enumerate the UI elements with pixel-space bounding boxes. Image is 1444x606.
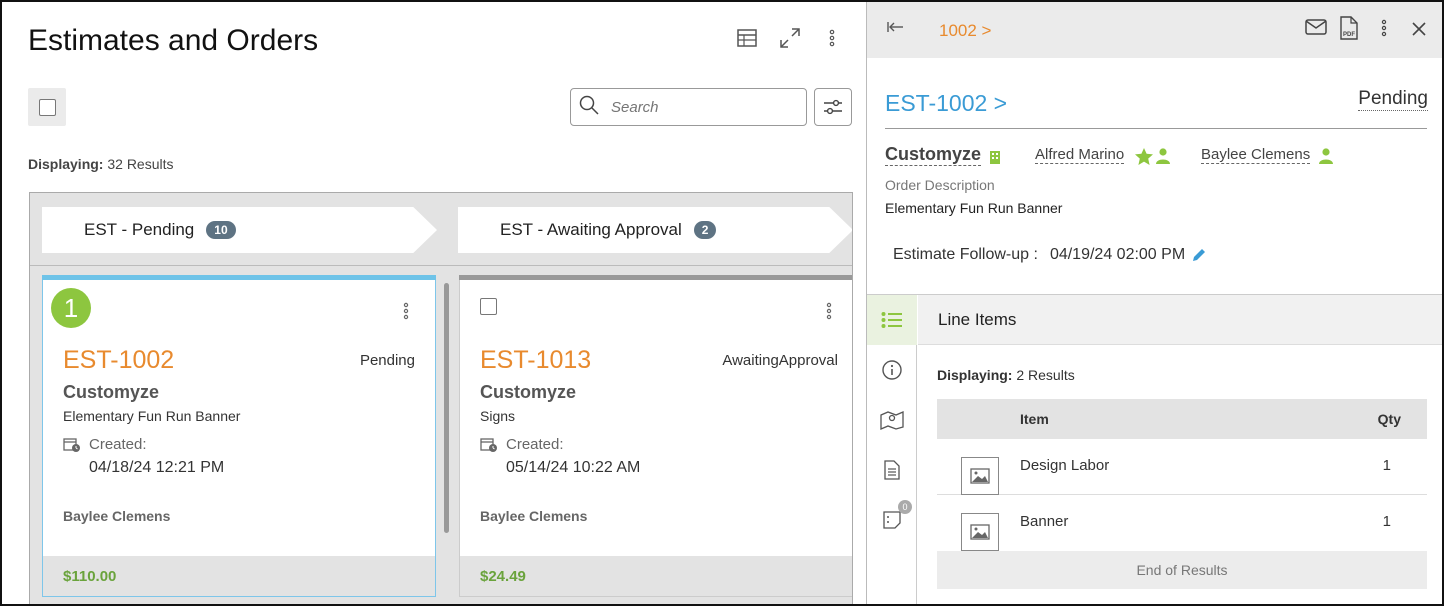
more-options-icon[interactable]	[820, 26, 844, 50]
estimate-card[interactable]: 1 EST-1002 Pending Customyze Elementary …	[42, 275, 436, 597]
page-title: Estimates and Orders	[28, 24, 319, 57]
person-icon	[1156, 148, 1170, 169]
board-scrollbar[interactable]	[444, 283, 449, 533]
tab-map[interactable]	[867, 395, 917, 445]
card-menu-icon[interactable]	[826, 302, 832, 325]
collapse-panel-icon[interactable]	[887, 20, 905, 39]
contact-link[interactable]: Alfred Marino	[1035, 146, 1125, 164]
detail-side-rail: 0	[867, 295, 917, 604]
line-items-heading: Line Items	[918, 295, 1442, 345]
building-icon	[989, 150, 1001, 169]
created-datetime: 04/18/24 12:21 PM	[89, 459, 225, 476]
estimate-id-link[interactable]: EST-1013	[480, 346, 591, 375]
line-item-name: Banner	[1020, 513, 1069, 530]
line-item-qty: 1	[1382, 513, 1391, 530]
calendar-clock-icon	[63, 437, 80, 452]
filter-button[interactable]	[814, 88, 852, 126]
customer-name: Customyze	[63, 382, 160, 402]
image-placeholder-icon	[961, 457, 999, 495]
estimate-detail-panel: 1002 > PDF EST-1002 > Pending Customyze …	[866, 2, 1442, 604]
customer-link[interactable]: Customyze	[885, 144, 982, 166]
tab-notes[interactable]: 0	[867, 495, 917, 545]
breadcrumb[interactable]: 1002 >	[939, 21, 991, 41]
line-item-name: Design Labor	[1020, 457, 1110, 474]
edit-pencil-icon[interactable]	[1191, 247, 1207, 263]
board-divider	[30, 265, 852, 266]
select-all-checkbox[interactable]	[28, 88, 66, 126]
owner-name: Baylee Clemens	[63, 508, 171, 524]
results-count: Displaying: 32 Results	[28, 156, 174, 172]
customer-name: Customyze	[480, 382, 577, 402]
order-description-label: Order Description	[885, 177, 995, 193]
person-icon	[1319, 148, 1333, 169]
estimate-followup: Estimate Follow-up : 04/19/24 02:00 PM	[893, 246, 1207, 264]
estimate-status: Pending	[359, 352, 415, 369]
expand-icon[interactable]	[778, 26, 802, 50]
estimates-board-pane: Estimates and Orders Displaying: 32 Resu…	[2, 2, 866, 604]
order-description: Elementary Fun Run Banner	[885, 200, 1063, 216]
tab-line-items[interactable]	[867, 295, 917, 345]
notes-count-badge: 0	[898, 500, 912, 514]
document-icon	[884, 460, 900, 480]
line-item-qty: 1	[1382, 457, 1391, 474]
line-items-table: Item Qty Design Labor 1 Banner 1 End of …	[937, 399, 1427, 589]
notes-icon	[883, 511, 901, 529]
sliders-icon	[824, 99, 842, 115]
status-dropdown[interactable]: Pending	[1358, 88, 1428, 111]
card-menu-icon[interactable]	[403, 302, 409, 325]
stage-count-badge: 2	[693, 221, 717, 239]
estimate-id-link[interactable]: EST-1002	[63, 346, 174, 375]
email-icon[interactable]	[1305, 19, 1327, 40]
created-label: Created:	[480, 436, 564, 453]
table-header: Item Qty	[937, 399, 1427, 439]
image-placeholder-icon	[961, 513, 999, 551]
pdf-icon[interactable]: PDF	[1339, 16, 1359, 45]
list-icon	[881, 312, 902, 328]
estimate-card[interactable]: EST-1013 AwaitingApproval Customyze Sign…	[459, 275, 852, 597]
card-total: $24.49	[460, 556, 852, 596]
info-icon	[882, 360, 902, 380]
salesperson-link[interactable]: Baylee Clemens	[1201, 146, 1311, 164]
calendar-clock-icon	[480, 437, 497, 452]
table-view-icon[interactable]	[735, 26, 759, 50]
divider	[885, 128, 1427, 129]
line-items-count: Displaying: 2 Results	[937, 367, 1075, 383]
tab-documents[interactable]	[867, 445, 917, 495]
estimate-description: Elementary Fun Run Banner	[63, 408, 241, 424]
card-select-checkbox[interactable]	[480, 298, 497, 315]
search-box[interactable]	[570, 88, 807, 126]
kanban-board: EST - Pending 10 EST - Awaiting Approval…	[29, 192, 853, 604]
map-icon	[880, 411, 904, 430]
owner-name: Baylee Clemens	[480, 508, 588, 524]
detail-toolbar: 1002 > PDF	[867, 2, 1442, 58]
card-total: $110.00	[43, 556, 435, 596]
app-frame: Estimates and Orders Displaying: 32 Resu…	[0, 0, 1444, 606]
search-icon	[579, 95, 599, 120]
svg-text:PDF: PDF	[1343, 32, 1355, 38]
stage-header-awaiting-approval[interactable]: EST - Awaiting Approval 2	[458, 207, 852, 253]
stage-count-badge: 10	[206, 221, 236, 239]
estimate-description: Signs	[480, 408, 516, 424]
tab-info[interactable]	[867, 345, 917, 395]
table-row[interactable]: Banner 1	[937, 495, 1427, 551]
table-row[interactable]: Design Labor 1	[937, 439, 1427, 495]
estimate-title-link[interactable]: EST-1002 >	[885, 90, 1007, 117]
stage-header-pending[interactable]: EST - Pending 10	[42, 207, 437, 253]
search-input[interactable]	[611, 98, 791, 116]
selection-number-badge[interactable]: 1	[51, 288, 91, 328]
detail-tabs-area: 0 Line Items Displaying: 2 Results Item …	[867, 294, 1442, 604]
end-of-results: End of Results	[937, 551, 1427, 589]
more-options-icon[interactable]	[1381, 19, 1387, 42]
star-icon	[1135, 148, 1153, 170]
close-icon[interactable]	[1412, 22, 1426, 41]
created-label: Created:	[63, 436, 147, 453]
created-datetime: 05/14/24 10:22 AM	[506, 459, 641, 476]
estimate-status: AwaitingApproval	[722, 352, 838, 369]
